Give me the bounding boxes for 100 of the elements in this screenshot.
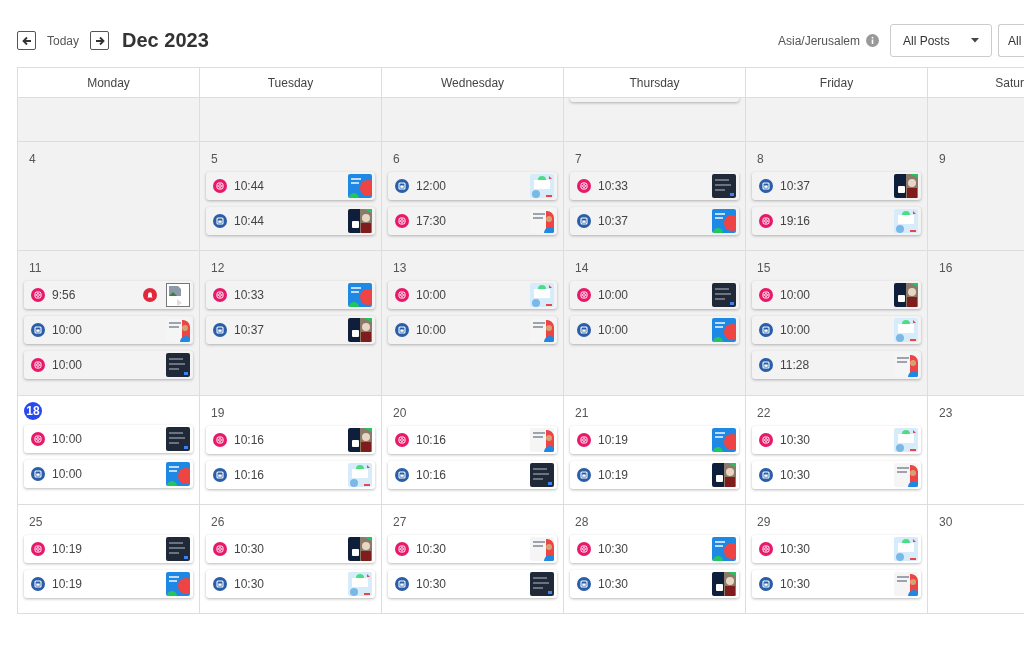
post-card[interactable]: 11:28 [752,351,921,379]
post-card[interactable]: 10:37 [752,172,921,200]
post-card[interactable]: 10:30 [752,535,921,563]
day-cell[interactable] [746,98,928,142]
day-cell[interactable]: 18 10:00 10:00 [18,396,200,505]
next-button[interactable] [90,31,110,50]
day-cell[interactable]: 16 [928,251,1024,396]
date-number: 28 [575,514,590,529]
day-cell[interactable]: 27 10:30 10:30 [382,505,564,614]
day-cell[interactable]: 9 [928,142,1024,251]
post-time: 10:16 [234,468,266,482]
day-cell[interactable]: 11 9:56 10:00 10:00 [18,251,200,396]
post-card[interactable]: 10:16 [206,461,375,489]
post-card[interactable]: 10:16 [388,461,557,489]
instagram-icon [213,179,227,193]
post-card[interactable]: 10:00 [570,281,739,309]
day-cell[interactable]: 15 10:00 10:00 11:28 [746,251,928,396]
day-cell[interactable]: 14 10:00 10:00 [564,251,746,396]
filter-dropdown[interactable]: All [998,24,1024,57]
instagram-icon [759,433,773,447]
instagram-icon [759,214,773,228]
post-card[interactable]: 10:16 [206,426,375,454]
info-icon [866,34,879,47]
post-card[interactable]: 10:00 [24,460,193,488]
day-cell[interactable]: 8 10:37 19:16 [746,142,928,251]
day-cell[interactable]: 20 10:16 10:16 [382,396,564,505]
post-card[interactable]: 10:37 [206,316,375,344]
post-time: 10:16 [416,468,448,482]
day-cell[interactable]: 25 10:19 10:19 [18,505,200,614]
post-time: 19:16 [780,214,812,228]
post-card[interactable]: 10:30 [388,535,557,563]
day-cell[interactable]: 28 10:30 10:30 [564,505,746,614]
instagram-icon [395,433,409,447]
day-cell[interactable]: 6 12:00 17:30 [382,142,564,251]
post-card[interactable]: 10:19 [570,461,739,489]
post-card[interactable]: 10:30 [570,535,739,563]
post-card[interactable]: 10:30 [206,570,375,598]
post-card[interactable]: 10:00 [24,316,193,344]
day-cell[interactable]: 4 [18,142,200,251]
today-button[interactable]: Today [47,33,80,48]
day-cell[interactable] [200,98,382,142]
post-card[interactable]: 10:00 [24,425,193,453]
day-cell[interactable] [18,98,200,142]
post-card[interactable]: 10:00 [752,316,921,344]
post-card[interactable]: 10:30 [206,535,375,563]
linkedin-icon [759,468,773,482]
date-number: 13 [393,260,408,275]
linkedin-icon [31,467,45,481]
post-card[interactable]: 10:30 [570,570,739,598]
day-cell[interactable]: 26 10:30 10:30 [200,505,382,614]
post-card[interactable]: 10:16 [388,426,557,454]
post-card[interactable]: 17:30 [388,207,557,235]
day-cell[interactable] [382,98,564,142]
linkedin-icon [213,577,227,591]
previous-button[interactable] [17,31,36,50]
post-card[interactable]: 10:00 [388,281,557,309]
post-time: 10:19 [52,542,84,556]
date-number: 30 [939,514,954,529]
post-card[interactable]: 10:19 [24,570,193,598]
post-card[interactable]: 10:19 [24,535,193,563]
day-cell[interactable] [928,98,1024,142]
post-time: 10:37 [598,214,630,228]
post-card[interactable]: 10:19 [570,426,739,454]
post-card[interactable]: 10:30 [752,570,921,598]
day-cell[interactable]: 21 10:19 10:19 [564,396,746,505]
day-cell[interactable]: 19 10:16 10:16 [200,396,382,505]
post-card[interactable]: 10:00 [570,316,739,344]
post-card[interactable]: 19:16 [752,207,921,235]
day-cell[interactable]: 5 10:44 10:44 [200,142,382,251]
month-title: Dec 2023 [122,29,209,52]
post-card[interactable]: 10:00 [24,351,193,379]
instagram-icon [577,433,591,447]
weekday-header: Thursday [629,75,680,90]
instagram-icon [577,288,591,302]
post-card[interactable]: 9:56 [24,281,193,309]
day-cell[interactable]: 22 10:30 10:30 [746,396,928,505]
post-time: 9:56 [52,288,77,302]
day-cell[interactable]: 7 10:33 10:37 [564,142,746,251]
post-card[interactable]: 10:00 [388,316,557,344]
instagram-icon [31,358,45,372]
post-card[interactable]: 10:33 [206,281,375,309]
instagram-icon [213,288,227,302]
date-number: 21 [575,405,590,420]
day-cell[interactable]: 29 10:30 10:30 [746,505,928,614]
post-time: 10:30 [234,542,266,556]
post-filter-dropdown[interactable]: All Posts [890,24,992,57]
post-card[interactable]: 12:00 [388,172,557,200]
post-card[interactable] [570,98,739,102]
day-cell[interactable] [564,98,746,142]
post-card[interactable]: 10:30 [752,426,921,454]
post-card[interactable]: 10:00 [752,281,921,309]
post-card[interactable]: 10:44 [206,207,375,235]
post-card[interactable]: 10:30 [388,570,557,598]
date-number: 11 [29,260,43,275]
day-cell[interactable]: 12 10:33 10:37 [200,251,382,396]
post-card[interactable]: 10:37 [570,207,739,235]
post-card[interactable]: 10:33 [570,172,739,200]
post-card[interactable]: 10:44 [206,172,375,200]
post-card[interactable]: 10:30 [752,461,921,489]
day-cell[interactable]: 13 10:00 10:00 [382,251,564,396]
